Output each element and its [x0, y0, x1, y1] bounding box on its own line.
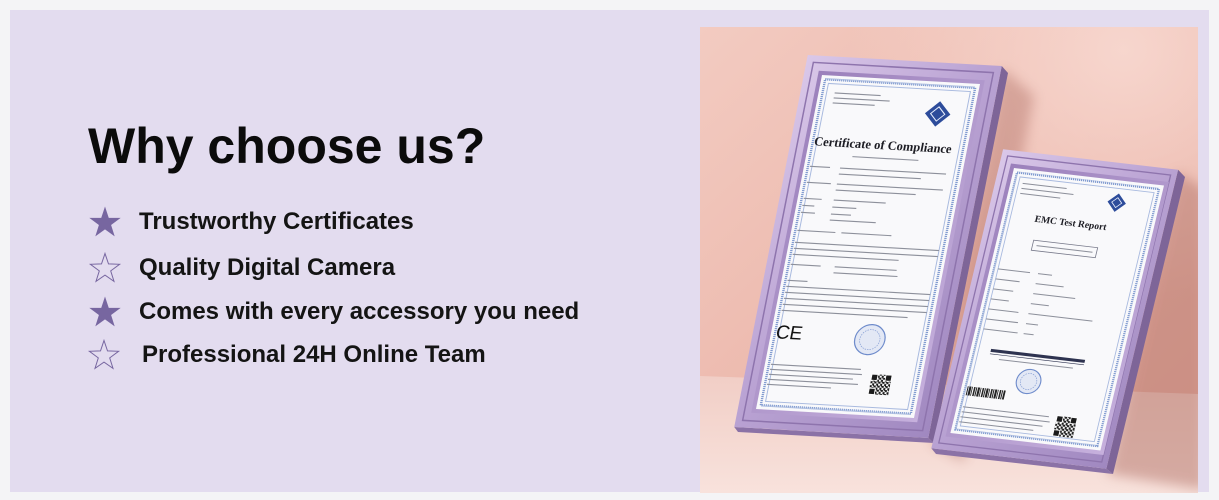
qr-finder	[1055, 415, 1064, 423]
qr-code	[867, 373, 893, 396]
feature-label: Professional 24H Online Team	[142, 341, 486, 368]
feature-label: Quality Digital Camera	[139, 254, 396, 281]
star-filled-icon	[89, 296, 121, 327]
page-title: Why choose us?	[88, 118, 486, 174]
star-shape	[87, 338, 121, 370]
star-shape	[88, 251, 122, 283]
star-shape	[89, 206, 121, 237]
qr-finder	[870, 373, 879, 381]
star-outline-icon	[87, 338, 121, 370]
feature-item: Comes with every accessory you need	[88, 295, 579, 329]
qr-finder	[884, 374, 893, 382]
feature-item: Quality Digital Camera	[88, 251, 395, 285]
feature-item: Trustworthy Certificates	[88, 205, 414, 239]
feature-label: Comes with every accessory you need	[139, 298, 580, 325]
star-outline-icon	[88, 251, 122, 283]
qr-finder	[1069, 416, 1078, 425]
feature-item: Professional 24H Online Team	[87, 338, 486, 372]
qr-finder	[1052, 429, 1061, 437]
star-filled-icon	[89, 206, 121, 237]
star-shape	[89, 296, 121, 327]
qr-finder	[867, 387, 876, 395]
certificates-photo: Certificate of Compliance CE EMC Test Re…	[700, 27, 1198, 493]
ce-mark: CE	[774, 322, 804, 344]
feature-label: Trustworthy Certificates	[139, 208, 414, 235]
